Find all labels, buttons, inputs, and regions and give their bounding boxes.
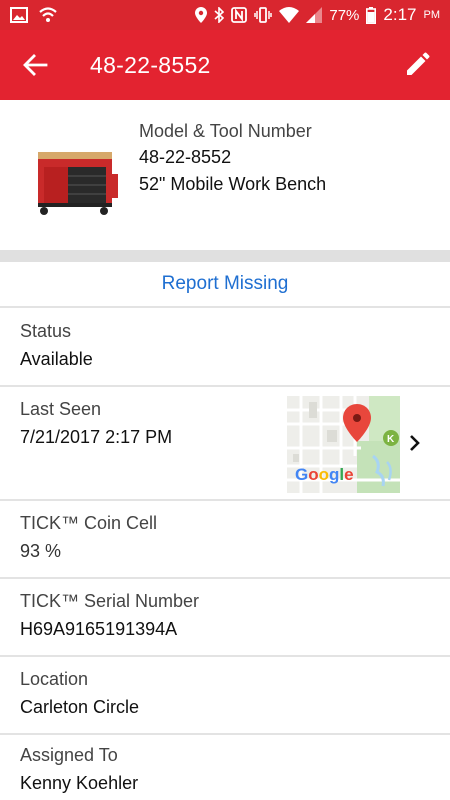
wifi-icon: [279, 7, 300, 23]
coin-cell-row: TICK™ Coin Cell 93 %: [0, 501, 450, 579]
location-label: Location: [20, 669, 89, 689]
last-seen-value: 7/21/2017 2:17 PM: [20, 427, 173, 447]
vibrate-icon: [254, 7, 273, 23]
google-logo: Google: [295, 465, 354, 484]
vpn-shield-icon: [39, 7, 57, 22]
status-bar: 77% 2:17 PM: [0, 0, 450, 30]
edit-pencil-icon[interactable]: [404, 52, 430, 78]
model-label: Model & Tool Number: [139, 121, 312, 141]
section-divider: [0, 250, 450, 262]
product-card: Model & Tool Number 48-22-8552 52" Mobil…: [0, 100, 450, 250]
location-icon: [195, 7, 208, 23]
signal-icon: [306, 7, 323, 23]
location-value: Carleton Circle: [20, 697, 140, 717]
report-missing-button[interactable]: Report Missing: [0, 262, 450, 308]
last-seen-label: Last Seen: [20, 399, 102, 419]
svg-text:K: K: [387, 434, 395, 445]
assigned-row[interactable]: Assigned To Kenny Koehler: [0, 735, 450, 800]
status-value: Available: [20, 349, 93, 369]
product-name: 52" Mobile Work Bench: [139, 174, 327, 194]
battery-icon: [366, 6, 377, 24]
serial-label: TICK™ Serial Number: [20, 591, 200, 611]
chevron-right-icon[interactable]: [408, 434, 422, 452]
battery-percent: 77%: [329, 6, 360, 24]
assigned-label: Assigned To: [20, 745, 118, 765]
location-row[interactable]: Location Carleton Circle: [0, 657, 450, 735]
clock-ampm: PM: [423, 9, 441, 21]
app-bar: 48-22-8552: [0, 30, 450, 100]
coin-cell-label: TICK™ Coin Cell: [20, 513, 158, 533]
coin-cell-value: 93 %: [20, 541, 62, 561]
model-number: 48-22-8552: [139, 147, 232, 167]
work-bench-image: [38, 152, 118, 215]
serial-value: H69A9165191394A: [20, 619, 178, 639]
bluetooth-icon: [214, 7, 225, 23]
assigned-value: Kenny Koehler: [20, 773, 139, 793]
nfc-icon: [231, 7, 248, 23]
clock-time: 2:17: [383, 5, 417, 24]
status-row: Status Available: [0, 309, 450, 387]
page-title: 48-22-8552: [90, 52, 211, 78]
status-label: Status: [20, 321, 72, 341]
map-thumbnail[interactable]: K Google: [287, 396, 400, 493]
back-arrow-icon[interactable]: [22, 52, 48, 78]
image-icon: [10, 7, 28, 23]
serial-row: TICK™ Serial Number H69A9165191394A: [0, 579, 450, 657]
